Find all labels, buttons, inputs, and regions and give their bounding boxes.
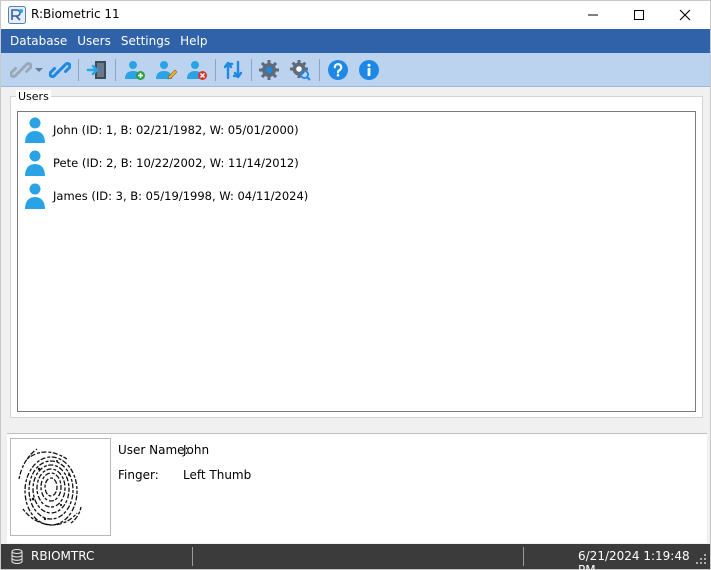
user-entry-text: Pete (ID: 2, B: 10/22/2002, W: 11/14/201… (53, 156, 299, 170)
status-datetime: 6/21/2024 1:19:48 PM (578, 549, 690, 570)
chevron-down-icon (35, 68, 43, 72)
list-item[interactable]: Pete (ID: 2, B: 10/22/2002, W: 11/14/201… (24, 148, 299, 178)
info-icon (359, 60, 379, 80)
toolbar-separator (215, 59, 216, 81)
menu-bar: Database Users Settings Help (1, 29, 710, 53)
toolbar (1, 53, 710, 87)
user-name-value: John (183, 443, 210, 457)
window-title: R:Biometric 11 (31, 7, 120, 21)
fingerprint-icon (18, 448, 82, 526)
connect-dropdown-button[interactable] (33, 57, 45, 83)
app-window: R:Biometric 11 Database Users Settings H… (0, 0, 711, 570)
app-logo-icon (8, 6, 26, 24)
users-group-label: Users (16, 90, 51, 103)
gear-icon (259, 60, 279, 80)
toolbar-separator (78, 59, 79, 81)
sync-icon (223, 60, 243, 80)
close-button[interactable] (662, 1, 708, 29)
menu-users[interactable]: Users (72, 29, 116, 53)
status-database-name: RBIOMTRC (31, 549, 95, 563)
maximize-icon (634, 10, 644, 20)
delete-user-button[interactable] (184, 57, 210, 83)
user-add-icon (125, 61, 145, 80)
minimize-icon (588, 14, 598, 16)
toolbar-separator (251, 59, 252, 81)
list-item[interactable]: James (ID: 3, B: 05/19/1998, W: 04/11/20… (24, 181, 308, 211)
status-bar: RBIOMTRC 6/21/2024 1:19:48 PM (1, 544, 710, 570)
help-button[interactable] (325, 57, 351, 83)
toolbar-separator (319, 59, 320, 81)
about-button[interactable] (356, 57, 382, 83)
toolbar-separator (115, 59, 116, 81)
user-icon (25, 150, 45, 176)
database-icon (11, 549, 23, 564)
resize-grip-icon[interactable] (695, 553, 707, 565)
link-icon (10, 62, 32, 78)
help-icon (328, 60, 348, 80)
edit-user-button[interactable] (153, 57, 179, 83)
disconnect-button[interactable] (47, 57, 73, 83)
user-detail-panel: User Name: John Finger: Left Thumb (7, 433, 707, 543)
user-icon (25, 117, 45, 143)
status-separator (523, 547, 524, 566)
user-delete-icon (187, 61, 207, 80)
status-separator (192, 547, 193, 566)
user-entry-text: James (ID: 3, B: 05/19/1998, W: 04/11/20… (53, 189, 309, 203)
menu-help[interactable]: Help (175, 29, 212, 53)
users-list[interactable]: John (ID: 1, B: 02/21/1982, W: 05/01/200… (17, 111, 696, 412)
menu-settings[interactable]: Settings (116, 29, 175, 53)
minimize-button[interactable] (570, 1, 616, 29)
user-name-label: User Name: (118, 443, 189, 457)
sync-button[interactable] (220, 57, 246, 83)
connect-button[interactable] (8, 57, 34, 83)
user-edit-icon (156, 61, 177, 80)
unlink-icon (49, 62, 71, 78)
exit-button[interactable] (84, 57, 110, 83)
gear-search-icon (290, 60, 311, 81)
finger-value: Left Thumb (183, 468, 252, 482)
user-entry-text: John (ID: 1, B: 02/21/1982, W: 05/01/200… (53, 123, 299, 137)
maximize-button[interactable] (616, 1, 662, 29)
settings-button[interactable] (256, 57, 282, 83)
add-user-button[interactable] (122, 57, 148, 83)
list-item[interactable]: John (ID: 1, B: 02/21/1982, W: 05/01/200… (24, 115, 299, 145)
exit-door-icon (86, 61, 106, 79)
menu-database[interactable]: Database (5, 29, 72, 53)
fingerprint-image (10, 438, 111, 536)
device-settings-button[interactable] (287, 57, 313, 83)
user-icon (25, 183, 45, 209)
finger-label: Finger: (118, 468, 159, 482)
title-bar[interactable]: R:Biometric 11 (1, 1, 710, 29)
close-icon (679, 9, 691, 21)
